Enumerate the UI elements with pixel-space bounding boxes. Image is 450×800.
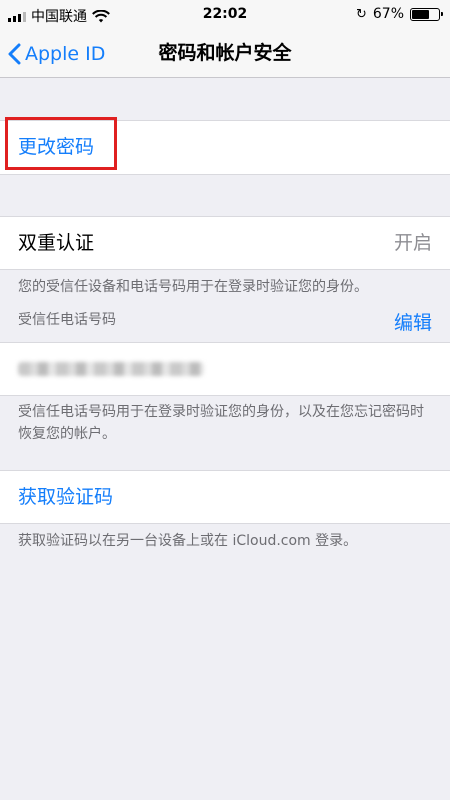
status-bar: 中国联通 22:02 ↻ 67%: [0, 0, 450, 30]
rotation-lock-icon: ↻: [355, 6, 367, 22]
highlight-box: [5, 117, 117, 170]
battery-fill: [412, 9, 429, 19]
two-factor-footnote: 您的受信任设备和电话号码用于在登录时验证您的身份。: [18, 279, 368, 295]
get-verification-code-label: 获取验证码: [18, 486, 114, 508]
two-factor-label: 双重认证: [18, 232, 95, 254]
status-right: ↻ 67%: [355, 6, 443, 22]
verification-footnote: 获取验证码以在另一台设备上或在 iCloud.com 登录。: [18, 533, 358, 549]
battery-percent: 67%: [372, 6, 404, 22]
page-title: 密码和帐户安全: [158, 42, 292, 64]
navigation-bar: Apple ID 密码和帐户安全: [0, 30, 450, 78]
edit-button[interactable]: 编辑: [394, 308, 432, 335]
battery-icon: [410, 7, 443, 21]
trusted-phone-footnote: 受信任电话号码用于在登录时验证您的身份，以及在您忘记密码时恢复您的帐户。: [18, 404, 424, 442]
get-verification-code-row[interactable]: 获取验证码: [0, 470, 450, 524]
two-factor-status: 开启: [393, 232, 432, 254]
trusted-phone-header: 受信任电话号码: [18, 312, 116, 328]
two-factor-row[interactable]: 双重认证 开启: [0, 216, 450, 270]
phone-number-redacted: [18, 362, 204, 376]
